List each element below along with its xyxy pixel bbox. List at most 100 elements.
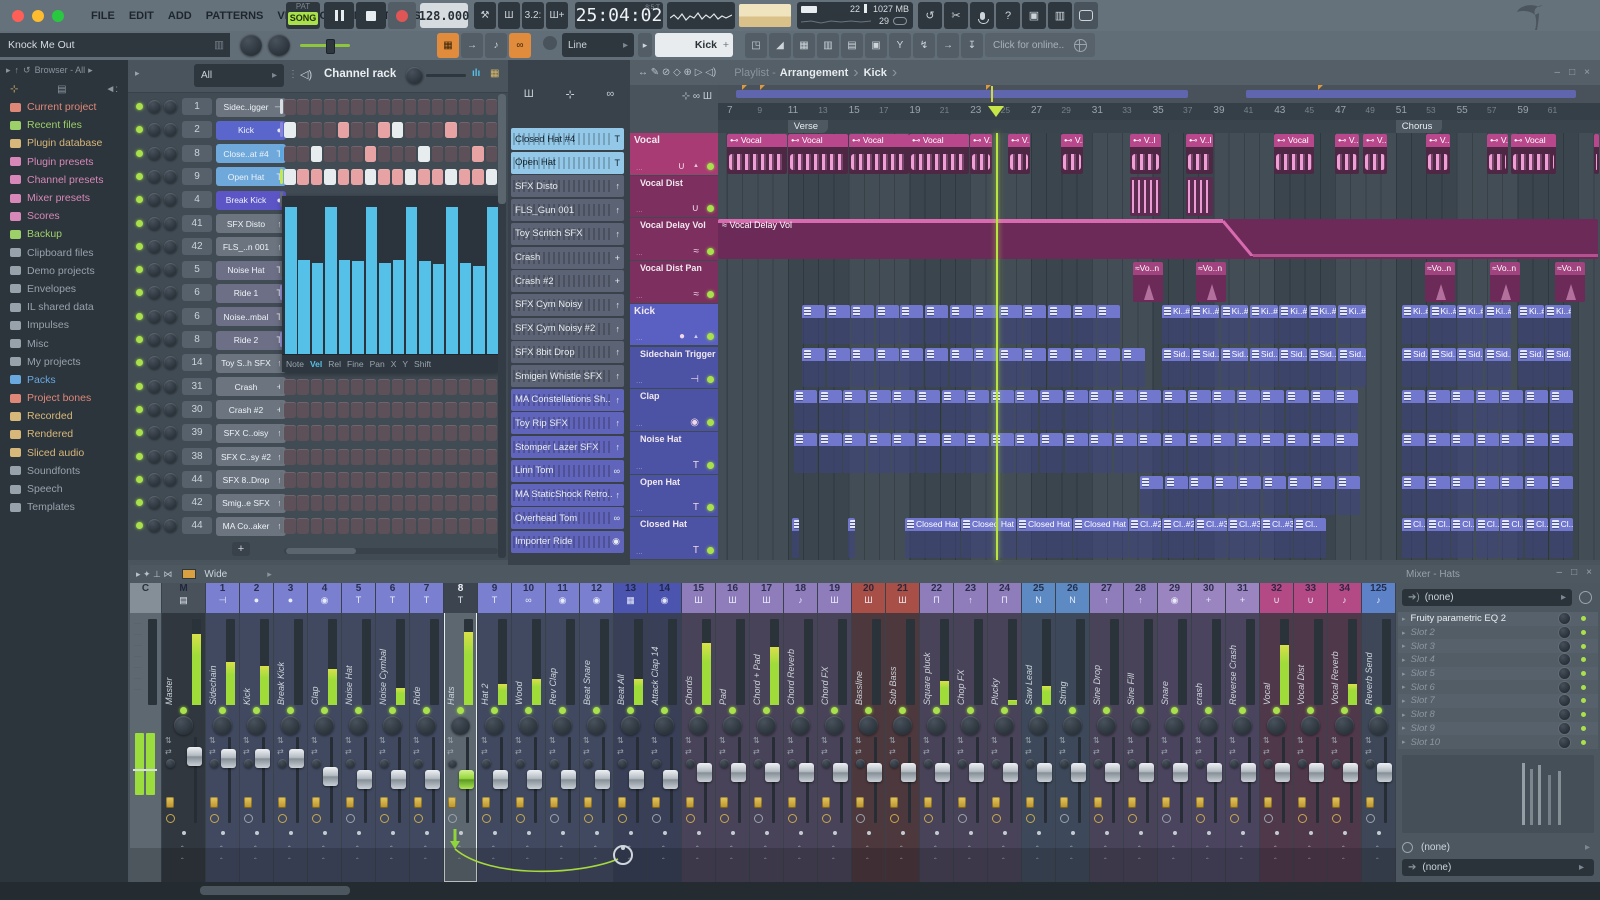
strip-sep-knob[interactable] <box>210 759 219 768</box>
browser-item-channel-presets[interactable]: Channel presets <box>0 171 128 189</box>
playlist-track-vocal-delay-vol[interactable]: Vocal Delay Vol... ≈ <box>630 218 718 261</box>
strip-pan-knob[interactable] <box>1267 716 1286 735</box>
pattern-clip[interactable] <box>1064 432 1088 473</box>
pl-breadcrumb-arrangement[interactable]: Arrangement <box>780 67 848 79</box>
mute-switch[interactable] <box>166 797 174 808</box>
strip-enable-led[interactable] <box>933 707 940 714</box>
mixer-strip-bassline[interactable]: 20 Ш Bassline ⇅ ⇄ ˆ ˆ <box>852 583 885 882</box>
panel-button-9[interactable]: ↧ <box>961 33 983 58</box>
strip-sep-knob[interactable] <box>1162 759 1171 768</box>
strip-header[interactable]: 9T <box>478 583 511 613</box>
mixer-strip-plucky[interactable]: 24 П Plucky ⇅ ⇄ ˆ ˆ <box>988 583 1021 882</box>
swap-arrows-icon[interactable]: ⇄ <box>1263 748 1270 756</box>
mute-switch[interactable] <box>754 797 762 808</box>
strip-enable-led[interactable] <box>321 707 328 714</box>
mixer-strip-vocal-dist[interactable]: 33 ∪ Vocal Dist ⇅ ⇄ ˆ ˆ <box>1294 583 1327 882</box>
pattern-clip[interactable] <box>1187 390 1211 430</box>
strip-sep-knob[interactable] <box>822 759 831 768</box>
strip-header[interactable]: 19 Ш <box>818 583 851 613</box>
swap-arrows-icon[interactable]: ⇄ <box>1297 748 1304 756</box>
pattern-clip[interactable] <box>1402 475 1426 516</box>
mute-switch[interactable] <box>1196 797 1204 808</box>
channel-pan-knob[interactable] <box>148 100 161 113</box>
strip-pan-knob[interactable] <box>1063 716 1082 735</box>
mute-switch[interactable] <box>652 797 660 808</box>
mixer-strip-sine-drop[interactable]: 27 ↑ Sine Drop ⇅ ⇄ ˆ ˆ <box>1090 583 1123 882</box>
mute-switch[interactable] <box>1230 797 1238 808</box>
step-cell[interactable] <box>364 448 377 465</box>
pattern-clip[interactable] <box>826 347 850 388</box>
step-cell[interactable] <box>418 99 430 115</box>
fx-slot-2[interactable]: ▸ Slot 2 <box>1398 625 1598 640</box>
strip-sep-knob[interactable] <box>516 759 525 768</box>
strip-header[interactable]: 1 ⊣ <box>206 583 239 613</box>
swap-arrows-icon[interactable]: ⇄ <box>1025 748 1032 756</box>
delay-clock-icon[interactable] <box>244 814 253 823</box>
channel-button-sidec-igger[interactable]: Sidec..igger ⊣ <box>216 97 286 117</box>
channel-mixer-track[interactable]: 8 <box>182 331 212 348</box>
channel-mixer-track[interactable]: 38 <box>182 447 212 465</box>
browser-item-project-bones[interactable]: Project bones <box>0 389 128 407</box>
track-mute-led[interactable] <box>707 248 714 256</box>
strip-enable-led[interactable] <box>457 707 464 714</box>
step-cell[interactable] <box>284 145 296 162</box>
bottom-scrollbar[interactable] <box>0 882 1600 900</box>
pattern-clip[interactable]: Sid..2 <box>1402 347 1428 388</box>
playlist-track-noise-hat[interactable]: Noise Hat... T <box>630 431 718 474</box>
mixer-strip-vocal[interactable]: 32 ∪ Vocal ⇅ ⇄ ˆ ˆ <box>1260 583 1293 882</box>
swap-arrows-icon[interactable]: ⇄ <box>991 748 998 756</box>
step-cell[interactable] <box>485 168 498 185</box>
picker-item-closed-hat-4[interactable]: Closed Hat #4 T <box>511 128 624 150</box>
step-cell[interactable] <box>310 425 323 442</box>
step-cell[interactable] <box>485 145 498 162</box>
step-cell[interactable] <box>404 518 417 535</box>
step-cell[interactable] <box>337 378 350 395</box>
automation-clip[interactable]: ≈Vo..n <box>1490 262 1520 302</box>
strip-sep-knob[interactable] <box>754 759 763 768</box>
channel-button-fls-n-001[interactable]: FLS_..n 001↑ <box>216 237 286 257</box>
step-cell[interactable] <box>284 401 296 418</box>
panel-button-7[interactable]: ↯ <box>913 33 935 58</box>
step-cell[interactable] <box>391 495 404 512</box>
swap-arrows-icon[interactable]: ⇄ <box>379 748 386 756</box>
volume-fader[interactable] <box>527 770 542 789</box>
step-cell[interactable] <box>391 471 404 488</box>
audio-clip[interactable] <box>1186 176 1213 217</box>
channel-mixer-track[interactable]: 14 <box>182 354 212 372</box>
rack-grip[interactable]: ⋮ <box>288 69 298 80</box>
step-cell[interactable] <box>418 378 430 395</box>
channel-volume-knob[interactable] <box>164 356 177 370</box>
volume-fader[interactable] <box>493 770 508 789</box>
volume-fader[interactable] <box>221 748 236 768</box>
channel-button-smig-e-sfx[interactable]: Smig..e SFX↑ <box>216 493 286 513</box>
velocity-bar[interactable] <box>486 206 499 354</box>
step-cell[interactable] <box>458 425 471 442</box>
strip-header[interactable]: 33 ∪ <box>1294 583 1327 613</box>
strip-sep-knob[interactable] <box>448 759 457 768</box>
menu-item-edit[interactable]: EDIT <box>122 10 161 22</box>
strip-enable-led[interactable] <box>729 707 736 714</box>
delay-clock-icon[interactable] <box>1298 814 1307 823</box>
velocity-bar[interactable] <box>419 261 431 354</box>
step-cell[interactable] <box>458 401 471 418</box>
channel-volume-knob[interactable] <box>164 100 177 113</box>
step-cell[interactable] <box>472 401 484 418</box>
talk-icon[interactable] <box>543 36 557 50</box>
pattern-clip[interactable]: Cl..#3 <box>1451 518 1475 558</box>
stereo-arrows-icon[interactable]: ⇅ <box>209 737 216 745</box>
strip-sep-knob[interactable] <box>958 759 967 768</box>
strip-pan-knob[interactable] <box>349 716 368 735</box>
channel-mixer-track[interactable]: 44 <box>182 470 212 488</box>
mute-switch[interactable] <box>1026 797 1034 808</box>
playlist-track-sidechain-trigger[interactable]: Sidechain Trigger... ⊣ <box>630 346 718 389</box>
fx-send2[interactable]: ➔ (none) ▸ <box>1402 859 1594 876</box>
strip-enable-led[interactable] <box>1307 707 1314 714</box>
volume-fader[interactable] <box>833 763 848 783</box>
strip-pan-knob[interactable] <box>1369 716 1388 735</box>
strip-header[interactable]: 26 N <box>1056 583 1089 613</box>
pattern-clip[interactable] <box>1236 432 1260 473</box>
step-cell[interactable] <box>297 401 309 418</box>
channel-enable-led[interactable] <box>136 242 143 250</box>
strip-pan-knob[interactable] <box>1165 716 1184 735</box>
strip-enable-led[interactable] <box>967 707 974 714</box>
